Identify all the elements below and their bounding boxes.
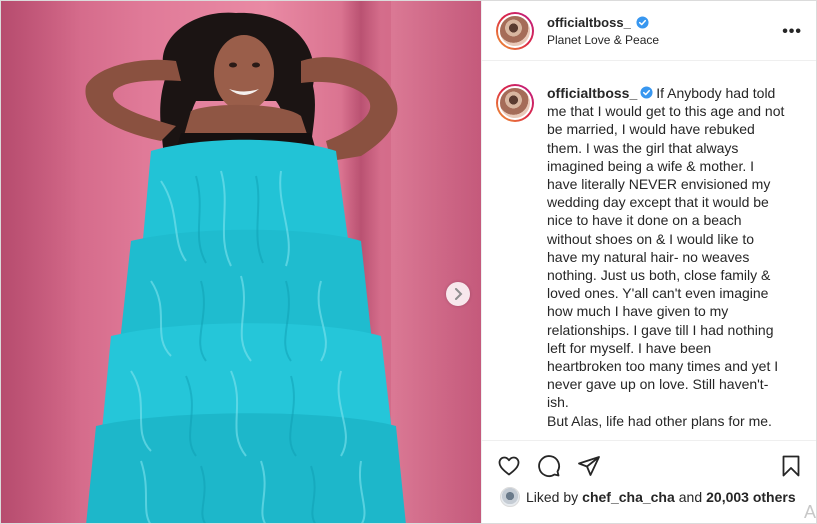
post-media[interactable] bbox=[1, 1, 481, 523]
post-header: officialtboss_ Planet Love & Peace ••• bbox=[482, 1, 816, 61]
caption-body-1: If Anybody had told me that I would get … bbox=[547, 85, 785, 411]
caption-username-link[interactable]: officialtboss_ bbox=[547, 85, 637, 101]
likes-connector: and bbox=[678, 489, 703, 505]
woman-in-tulle-dress-photo bbox=[85, 12, 406, 523]
liker-username-link[interactable]: chef_cha_cha bbox=[582, 489, 675, 505]
profile-avatar[interactable] bbox=[496, 11, 534, 50]
share-icon bbox=[578, 455, 600, 476]
verified-badge-icon bbox=[640, 86, 653, 99]
save-button[interactable] bbox=[778, 453, 804, 479]
chevron-right-icon bbox=[455, 288, 463, 300]
comment-button[interactable] bbox=[536, 453, 562, 479]
liker-avatar[interactable] bbox=[500, 487, 520, 507]
location-link[interactable]: Planet Love & Peace bbox=[547, 33, 659, 47]
username-link[interactable]: officialtboss_ bbox=[547, 15, 631, 30]
instagram-post: officialtboss_ Planet Love & Peace ••• o… bbox=[0, 0, 817, 524]
likes-summary: Liked by chef_cha_cha and 20,003 others bbox=[500, 487, 800, 507]
header-text: officialtboss_ Planet Love & Peace bbox=[547, 15, 659, 47]
username-row: officialtboss_ bbox=[547, 15, 659, 30]
heart-icon bbox=[498, 456, 520, 475]
caption-area: officialtboss_ If Anybody had told me tha… bbox=[482, 62, 816, 440]
caption-paragraph-2: But Alas, life had other plans for me. bbox=[547, 412, 772, 429]
likes-others-link[interactable]: 20,003 others bbox=[706, 489, 796, 505]
carousel-next-button[interactable] bbox=[446, 282, 470, 306]
caption-avatar[interactable] bbox=[496, 84, 534, 122]
caption-text: officialtboss_ If Anybody had told me tha… bbox=[547, 84, 785, 440]
comment-icon bbox=[538, 454, 560, 477]
share-button[interactable] bbox=[576, 453, 602, 479]
caption-paragraph-1: officialtboss_ If Anybody had told me tha… bbox=[547, 84, 785, 412]
more-options-icon[interactable]: ••• bbox=[782, 23, 802, 41]
post-side-panel: officialtboss_ Planet Love & Peace ••• o… bbox=[481, 1, 816, 523]
bookmark-icon bbox=[782, 455, 800, 476]
like-button[interactable] bbox=[496, 453, 522, 479]
post-actions bbox=[482, 440, 816, 490]
likes-prefix: Liked by bbox=[526, 489, 579, 505]
watermark-letter: A bbox=[803, 502, 816, 522]
verified-badge-icon bbox=[636, 15, 649, 29]
